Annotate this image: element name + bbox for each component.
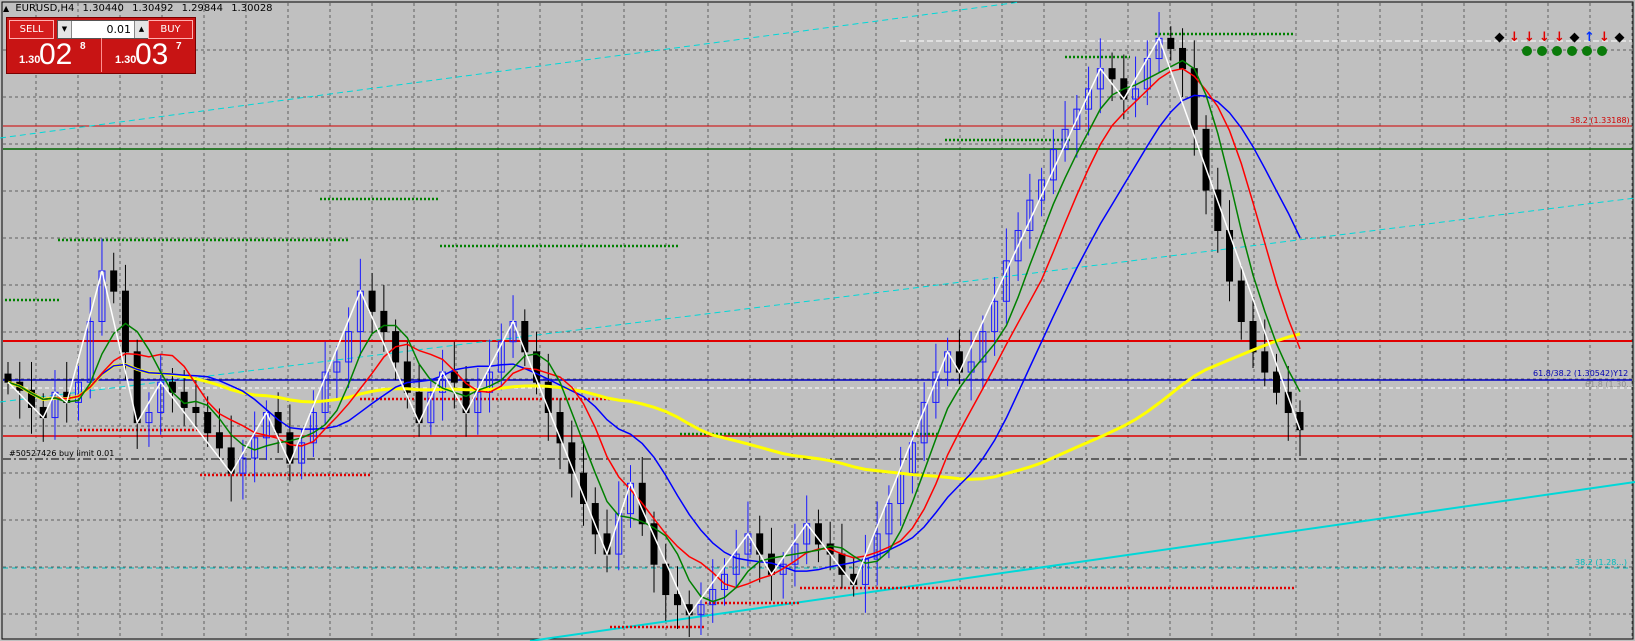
arrow-down-icon: ↓ [1599,30,1610,45]
signal-dot [1537,46,1547,56]
symbol-label: EURUSD,H4 [15,3,75,14]
ohlc-open: 1.30440 [82,3,124,14]
fib-618-sub-label: 61.8 (1.30...) [1585,380,1635,389]
sell-quote-prefix: 1.30 [19,54,41,66]
ohlc-high: 1.30492 [132,3,174,14]
candle-body [1261,351,1269,373]
candle-body [180,391,188,408]
candle-body [1202,128,1210,191]
candle-body [380,310,388,333]
candle-body [121,290,129,353]
candle-body [4,373,12,383]
pending-order-label[interactable]: #50527426 buy limit 0.01 [9,449,114,458]
candle-body [1179,47,1187,70]
candle-body [1108,68,1116,80]
signal-indicator-panel: ◆ ↓ ↓ ↓ ↓ ◆ ↑ ↓ ◆ [1492,26,1630,62]
sell-quote[interactable]: 1.30 02 8 [7,38,99,72]
signal-dot [1552,46,1562,56]
candle-body [1273,371,1281,393]
arrow-down-icon: ↓ [1539,30,1550,45]
signal-dot [1597,46,1607,56]
diamond-icon: ◆ [1569,30,1580,45]
signal-arrows: ◆ ↓ ↓ ↓ ↓ ◆ ↑ ↓ ◆ [1492,26,1627,45]
candle-body [603,533,611,555]
sell-quote-big: 02 [39,38,73,71]
fib-618-label: 61.8/38.2 (1.30542)Y12 [1533,369,1629,378]
trendline-lower [529,481,1635,641]
candle-body [673,594,681,606]
ohlc-close: 1.30028 [231,3,273,14]
candle-body [580,472,588,505]
chart-title-bar: ▲ EURUSD,H4 1.30440 1.30492 1.29844 1.30… [3,3,278,17]
lot-increase-icon[interactable]: ▲ [134,21,148,38]
triangle-up-icon: ▲ [3,4,10,13]
lot-decrease-icon[interactable]: ▼ [58,21,72,38]
sell-quote-pip: 8 [80,41,86,52]
ma-slow-line [7,94,1301,572]
signal-dots [1522,46,1612,58]
candle-body [215,432,223,449]
candle-body [1167,37,1175,49]
buy-button[interactable]: BUY [148,20,193,39]
arrow-down-icon: ↓ [1509,30,1520,45]
chart-window[interactable]: ▲ EURUSD,H4 1.30440 1.30492 1.29844 1.30… [0,0,1635,641]
candle-body [274,412,282,434]
ohlc-low: 1.29844 [181,3,223,14]
buy-quote-prefix: 1.30 [115,54,137,66]
candle-body [192,406,200,414]
one-click-trading-panel: SELL ▼ ▲ BUY 1.30 02 8 1.30 03 7 [6,17,196,74]
candle-body [204,412,212,434]
candle-body [1249,321,1257,353]
signal-dot [1582,46,1592,56]
diamond-icon: ◆ [1614,30,1625,45]
arrow-down-icon: ↓ [1554,30,1565,45]
candle-body [168,381,176,393]
signal-dot [1522,46,1532,56]
candle-body [521,321,529,353]
trendline-middle [0,197,1635,403]
price-chart[interactable] [0,0,1635,641]
arrow-down-icon: ↓ [1524,30,1535,45]
candle-body [1296,412,1304,431]
ma-mid-line [7,67,1301,589]
sell-button[interactable]: SELL [9,20,54,39]
buy-quote-pip: 7 [176,41,182,52]
fib-382-label: 38.2 (1.33188) [1570,116,1630,125]
candle-body [110,270,118,292]
arrow-up-icon: ↑ [1584,30,1595,45]
diamond-icon: ◆ [1494,30,1505,45]
lot-size-stepper[interactable]: ▼ ▲ [57,20,149,39]
fib-low-label: 38.2 (1.28...) [1575,558,1628,567]
lot-size-input[interactable] [73,22,131,36]
buy-quote[interactable]: 1.30 03 7 [103,38,195,72]
candle-body [1237,280,1245,323]
candle-body [368,290,376,312]
buy-quote-big: 03 [135,38,169,71]
signal-dot [1567,46,1577,56]
panel-divider [101,38,102,72]
